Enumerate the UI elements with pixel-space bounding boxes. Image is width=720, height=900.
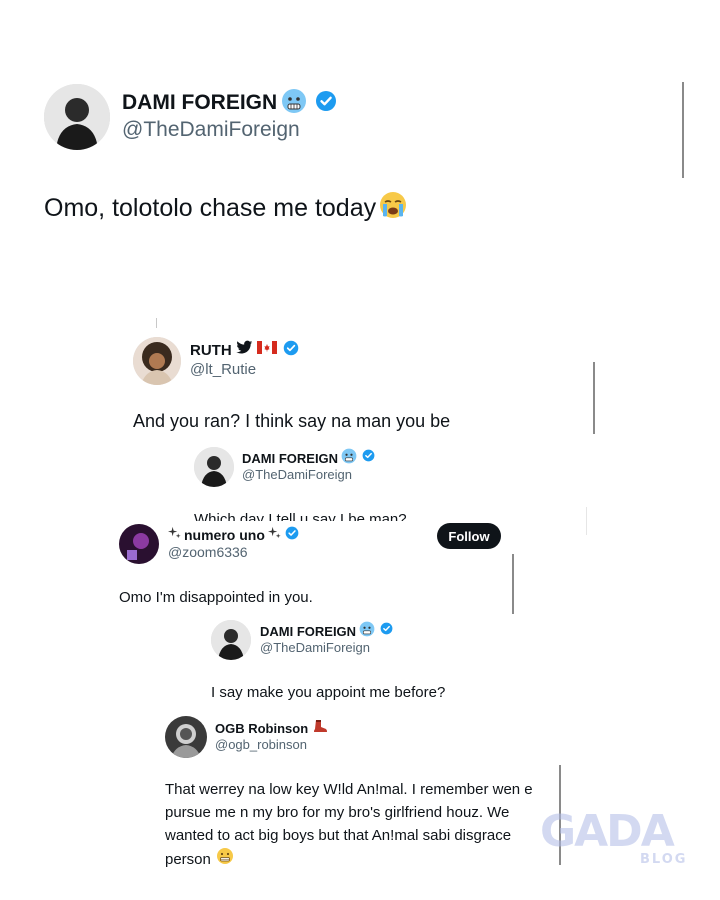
faint-scroll-hint <box>586 507 587 535</box>
avatar-image <box>194 447 234 487</box>
watermark-sub: BLOG <box>640 852 688 867</box>
grimacing-emoji <box>216 847 234 872</box>
author-name[interactable]: DAMI FOREIGN <box>260 624 356 639</box>
author-handle[interactable]: @TheDamiForeign <box>260 640 393 655</box>
boot-emoji <box>312 719 328 738</box>
verified-badge-icon <box>362 449 375 467</box>
avatar-ogb[interactable] <box>165 716 207 758</box>
avatar-image <box>44 84 110 150</box>
author-handle[interactable]: @lt_Rutie <box>190 361 299 378</box>
ogb-text-line: wanted to act big boys but that An!mal s… <box>165 827 512 844</box>
author-name[interactable]: RUTH <box>190 342 232 359</box>
avatar-image <box>133 337 181 385</box>
author-handle[interactable]: @zoom6336 <box>168 544 299 560</box>
dami-reply2-text: I say make you appoint me before? <box>211 684 446 701</box>
ruth-header: RUTH @lt_Rutie <box>190 340 299 378</box>
author-handle[interactable]: @ogb_robinson <box>215 737 328 752</box>
author-name[interactable]: OGB Robinson <box>215 721 308 736</box>
canada-flag-emoji <box>256 341 277 359</box>
twitter-bird-icon <box>236 340 253 360</box>
verified-badge-icon <box>315 90 337 117</box>
ogb-header: OGB Robinson @ogb_robinson <box>215 719 328 752</box>
avatar-dami-main[interactable] <box>44 84 110 150</box>
scrollbar[interactable] <box>682 82 684 178</box>
author-handle[interactable]: @TheDamiForeign <box>122 118 337 142</box>
ruth-reply-text: And you ran? I think say na man you be <box>133 411 451 431</box>
author-handle[interactable]: @TheDamiForeign <box>242 467 375 482</box>
ogb-text-line: That werrey na low key W!ld An!mal. I re… <box>165 781 533 798</box>
ogb-text-line-last: person <box>165 847 533 872</box>
main-post-text: Omo, tolotolo chase me today <box>44 194 377 222</box>
numero-reply-text: Omo I'm disappointed in you. <box>119 589 313 606</box>
avatar-dami-reply2[interactable] <box>211 620 251 660</box>
dami-reply1-text: Which day I tell u say I be man? <box>194 511 407 521</box>
scrollbar[interactable] <box>593 362 595 434</box>
author-name[interactable]: numero uno <box>184 527 265 543</box>
follow-button[interactable]: Follow <box>437 523 501 549</box>
cold-face-emoji <box>341 448 357 469</box>
loudly-crying-emoji <box>378 190 408 227</box>
main-post-text-row: Omo, tolotolo chase me today <box>44 190 408 227</box>
author-name[interactable]: DAMI FOREIGN <box>122 91 277 115</box>
verified-badge-icon <box>283 340 299 361</box>
numero-header: numero uno @zoom6336 <box>168 526 299 560</box>
dami-reply2-header: DAMI FOREIGN @TheDamiForeign <box>260 621 393 655</box>
scrollbar[interactable] <box>512 554 514 614</box>
watermark-logo: GADA <box>540 806 675 857</box>
verified-badge-icon <box>380 622 393 640</box>
avatar-image <box>119 524 159 564</box>
main-post-header: DAMI FOREIGN @TheDamiForeign <box>122 88 337 142</box>
thread-marker <box>156 318 157 328</box>
ogb-reply-text: That werrey na low key W!ld An!mal. I re… <box>165 778 533 872</box>
dami-reply1-header: DAMI FOREIGN @TheDamiForeign <box>242 448 375 482</box>
verified-badge-icon <box>285 526 299 545</box>
ogb-text-line: pursue me n my bro for my bro's girlfrie… <box>165 804 510 821</box>
avatar-image <box>165 716 207 758</box>
ogb-text-line: person <box>165 851 211 868</box>
cold-face-emoji <box>281 88 307 119</box>
dami-reply1-text-clip: Which day I tell u say I be man? <box>194 509 494 521</box>
avatar-image <box>211 620 251 660</box>
avatar-ruth[interactable] <box>133 337 181 385</box>
avatar-dami-reply1[interactable] <box>194 447 234 487</box>
avatar-numero[interactable] <box>119 524 159 564</box>
author-name[interactable]: DAMI FOREIGN <box>242 451 338 466</box>
sparkles-emoji <box>168 526 181 544</box>
cold-face-emoji <box>359 621 375 642</box>
sparkles-emoji <box>267 526 281 544</box>
